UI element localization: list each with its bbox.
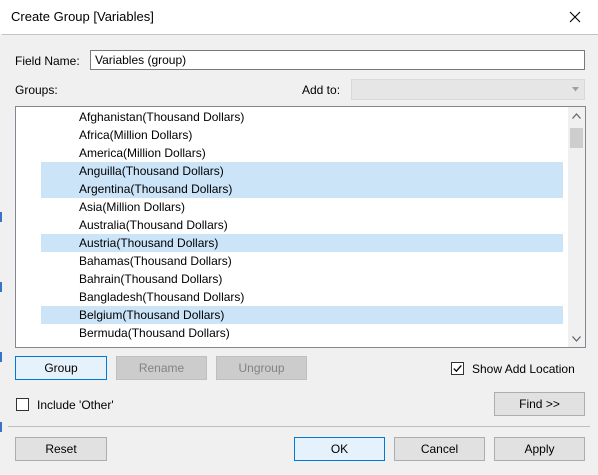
scroll-up-button[interactable]	[568, 107, 585, 124]
field-name-input[interactable]	[90, 50, 585, 70]
show-add-location-label: Show Add Location	[472, 362, 575, 376]
cancel-button[interactable]: Cancel	[394, 437, 485, 461]
apply-button[interactable]: Apply	[494, 437, 585, 461]
footer-separator	[8, 426, 590, 427]
add-to-dropdown[interactable]	[351, 79, 585, 100]
list-item-label: Australia(Thousand Dollars)	[79, 218, 228, 232]
list-item[interactable]: Bahrain(Thousand Dollars)	[41, 270, 563, 288]
title-bar: Create Group [Variables]	[0, 0, 598, 34]
chevron-down-icon	[572, 87, 579, 92]
find-button[interactable]: Find >>	[494, 392, 585, 416]
list-item-label: Argentina(Thousand Dollars)	[79, 182, 233, 196]
background-window-edge	[0, 34, 2, 475]
list-item-label: Asia(Million Dollars)	[79, 200, 186, 214]
list-item-label: Africa(Million Dollars)	[79, 128, 193, 142]
rename-button[interactable]: Rename	[116, 356, 207, 380]
list-item-label: Bahamas(Thousand Dollars)	[79, 254, 232, 268]
list-item-partial[interactable]	[41, 342, 563, 347]
checkmark-icon	[453, 364, 462, 373]
list-item[interactable]: Austria(Thousand Dollars)	[41, 234, 563, 252]
list-item-label: Bangladesh(Thousand Dollars)	[79, 290, 245, 304]
list-item[interactable]: Argentina(Thousand Dollars)	[41, 180, 563, 198]
scroll-down-button[interactable]	[568, 330, 585, 347]
show-add-location-checkbox[interactable]	[451, 362, 464, 375]
list-item-label: Bermuda(Thousand Dollars)	[79, 326, 230, 340]
scroll-thumb[interactable]	[570, 128, 583, 148]
ungroup-button[interactable]: Ungroup	[216, 356, 307, 380]
list-item-label: America(Million Dollars)	[79, 146, 206, 160]
groups-list[interactable]: Afghanistan(Thousand Dollars) Africa(Mill…	[15, 106, 586, 348]
list-item[interactable]: America(Million Dollars)	[41, 144, 563, 162]
chevron-down-icon	[572, 335, 581, 342]
list-item-label: Anguilla(Thousand Dollars)	[79, 164, 224, 178]
field-name-label: Field Name:	[15, 54, 80, 68]
reset-button[interactable]: Reset	[15, 437, 107, 461]
ok-button[interactable]: OK	[294, 437, 385, 461]
list-item[interactable]: Anguilla(Thousand Dollars)	[41, 162, 563, 180]
groups-label: Groups:	[15, 83, 58, 97]
list-item[interactable]: Asia(Million Dollars)	[41, 198, 563, 216]
include-other-label: Include 'Other'	[37, 398, 114, 412]
close-icon	[569, 11, 581, 23]
list-item[interactable]: Belgium(Thousand Dollars)	[41, 306, 563, 324]
list-item[interactable]: Bahamas(Thousand Dollars)	[41, 252, 563, 270]
vertical-scrollbar[interactable]	[568, 107, 585, 347]
list-item-label: Afghanistan(Thousand Dollars)	[79, 110, 245, 124]
list-item-label: Belgium(Thousand Dollars)	[79, 308, 225, 322]
list-item-label: Austria(Thousand Dollars)	[79, 236, 219, 250]
window-title: Create Group [Variables]	[11, 9, 154, 24]
include-other-checkbox[interactable]	[16, 398, 29, 411]
close-button[interactable]	[552, 0, 598, 34]
list-item[interactable]: Australia(Thousand Dollars)	[41, 216, 563, 234]
list-item[interactable]: Bangladesh(Thousand Dollars)	[41, 288, 563, 306]
chevron-up-icon	[572, 112, 581, 119]
list-item[interactable]: Bermuda(Thousand Dollars)	[41, 324, 563, 342]
add-to-label: Add to:	[302, 83, 341, 97]
list-item[interactable]: Afghanistan(Thousand Dollars)	[41, 108, 563, 126]
list-item[interactable]: Africa(Million Dollars)	[41, 126, 563, 144]
group-button[interactable]: Group	[15, 356, 107, 380]
list-item-label: Bahrain(Thousand Dollars)	[79, 272, 223, 286]
